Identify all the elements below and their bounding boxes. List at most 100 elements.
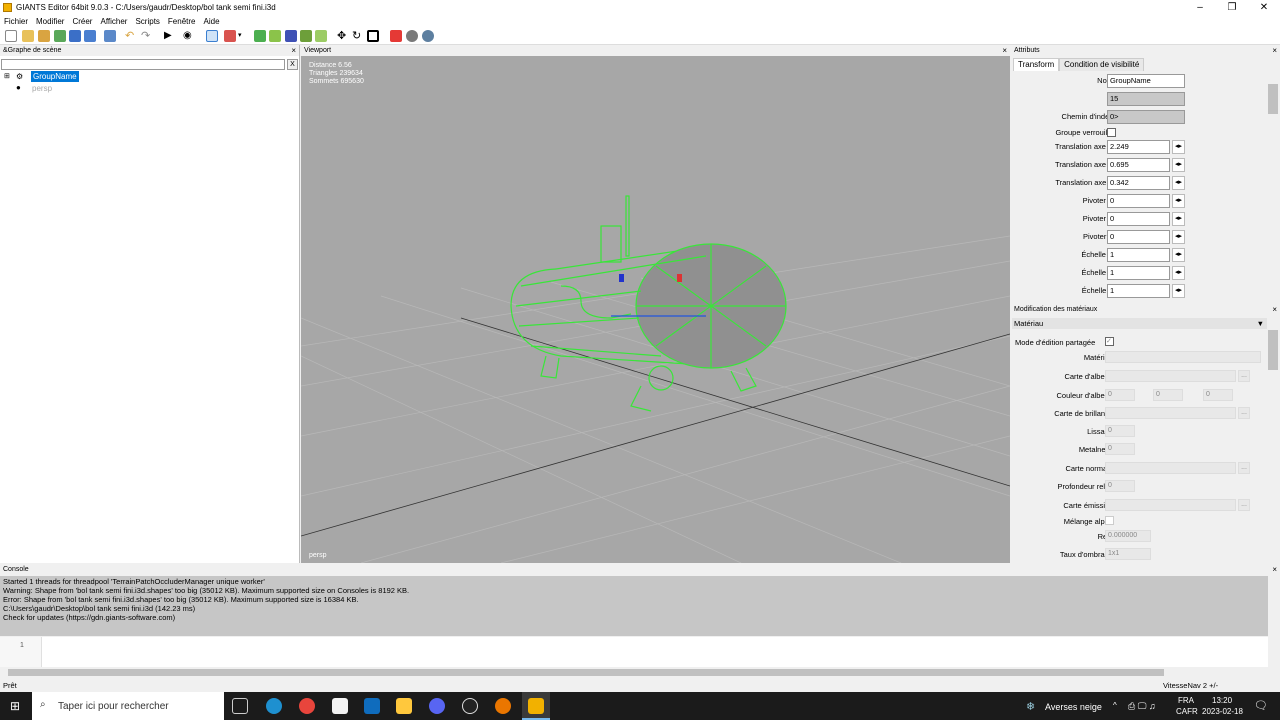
maximize-button[interactable]: ❐: [1216, 0, 1248, 15]
file-explorer-icon[interactable]: [396, 698, 412, 714]
material-close-button[interactable]: ×: [1272, 304, 1277, 315]
scale-x-stepper[interactable]: ◂▸: [1172, 248, 1185, 262]
scene-filter-input[interactable]: [1, 59, 285, 70]
shading-rate-select[interactable]: 1x1: [1105, 548, 1151, 560]
eye-icon[interactable]: ◉: [183, 30, 195, 42]
rotate-y-stepper[interactable]: ◂▸: [1172, 212, 1185, 226]
move-icon[interactable]: ✥: [337, 30, 349, 42]
new-file-icon[interactable]: [5, 30, 17, 42]
material-select[interactable]: [1105, 351, 1261, 363]
rotate-x-field[interactable]: 0: [1107, 194, 1170, 208]
translation-x-field[interactable]: 2.249: [1107, 140, 1170, 154]
foliage-icon[interactable]: [269, 30, 281, 42]
relief-depth-field[interactable]: 0: [1105, 480, 1135, 492]
close-button[interactable]: ✕: [1248, 0, 1280, 15]
save-icon[interactable]: [69, 30, 81, 42]
play-icon[interactable]: ▶: [164, 30, 176, 42]
viewport-close-button[interactable]: ×: [1002, 45, 1007, 56]
tab-visibility-condition[interactable]: Condition de visibilité: [1059, 58, 1145, 71]
normal-map-field[interactable]: [1105, 462, 1236, 474]
gizmo-y-handle[interactable]: [619, 274, 624, 282]
tab-transform[interactable]: Transform: [1013, 58, 1060, 71]
emissive-map-field[interactable]: [1105, 499, 1236, 511]
paint-tool-icon[interactable]: [224, 30, 236, 42]
scale-y-field[interactable]: 1: [1107, 266, 1170, 280]
edit-file-icon[interactable]: [38, 30, 50, 42]
select-tool-icon[interactable]: [206, 30, 218, 42]
tray-icons[interactable]: ⎙ 🖵 ♫: [1128, 701, 1156, 712]
albedo-color-g-field[interactable]: 0: [1153, 389, 1183, 401]
blender-icon[interactable]: [495, 698, 511, 714]
viewport-scene[interactable]: [301, 56, 1010, 563]
normal-map-browse-button[interactable]: ...: [1238, 462, 1250, 474]
menu-aide[interactable]: Aide: [200, 15, 224, 28]
settings-icon[interactable]: [406, 30, 418, 42]
mail-icon[interactable]: [364, 698, 380, 714]
scale-icon[interactable]: [367, 30, 379, 42]
menu-fenetre[interactable]: Fenêtre: [164, 15, 200, 28]
scale-y-stepper[interactable]: ◂▸: [1172, 266, 1185, 280]
material-section-header[interactable]: Matériau ▼: [1012, 318, 1267, 329]
scene-filter-clear-button[interactable]: X: [287, 59, 298, 70]
console-close-button[interactable]: ×: [1272, 564, 1277, 575]
menu-creer[interactable]: Créer: [68, 15, 96, 28]
rotate-z-stepper[interactable]: ◂▸: [1172, 230, 1185, 244]
scale-z-stepper[interactable]: ◂▸: [1172, 284, 1185, 298]
menu-fichier[interactable]: Fichier: [0, 15, 32, 28]
redo-icon[interactable]: ↷: [141, 30, 153, 42]
albedo-map-field[interactable]: [1105, 370, 1236, 382]
scene-item-groupname[interactable]: GroupName: [31, 71, 79, 82]
tray-chevron-icon[interactable]: ^: [1113, 701, 1117, 710]
undo-icon[interactable]: ↶: [125, 30, 137, 42]
menu-scripts[interactable]: Scripts: [131, 15, 163, 28]
language-indicator[interactable]: FRA: [1178, 696, 1194, 705]
task-view-icon[interactable]: [232, 698, 248, 714]
discord-icon[interactable]: [429, 698, 445, 714]
clock-date[interactable]: 2023-02-18: [1202, 707, 1243, 716]
rotate-z-field[interactable]: 0: [1107, 230, 1170, 244]
attributes-scroll-thumb[interactable]: [1268, 84, 1278, 114]
obs-icon[interactable]: [462, 698, 478, 714]
shared-edit-checkbox[interactable]: ✓: [1105, 337, 1114, 346]
rotate-x-stepper[interactable]: ◂▸: [1172, 194, 1185, 208]
weather-text[interactable]: Averses neige: [1045, 702, 1102, 712]
scene-graph-close-button[interactable]: ×: [291, 45, 296, 56]
menu-modifier[interactable]: Modifier: [32, 15, 68, 28]
scale-x-field[interactable]: 1: [1107, 248, 1170, 262]
dropdown-arrow-icon[interactable]: ▾: [238, 30, 250, 42]
gloss-map-browse-button[interactable]: ...: [1238, 407, 1250, 419]
menu-afficher[interactable]: Afficher: [96, 15, 131, 28]
notifications-icon[interactable]: 🗨: [1254, 699, 1268, 712]
script-input[interactable]: 1: [0, 637, 1268, 667]
albedo-color-r-field[interactable]: 0: [1105, 389, 1135, 401]
reload-icon[interactable]: [54, 30, 66, 42]
translation-z-stepper[interactable]: ◂▸: [1172, 176, 1185, 190]
tree-expand-icon[interactable]: ⊞: [4, 72, 10, 80]
metalness-field[interactable]: 0: [1105, 443, 1135, 455]
material-scroll-thumb[interactable]: [1268, 330, 1278, 370]
terrain-icon[interactable]: [254, 30, 266, 42]
gloss-map-field[interactable]: [1105, 407, 1236, 419]
translation-y-field[interactable]: 0.695: [1107, 158, 1170, 172]
console-hscrollbar[interactable]: [0, 667, 1280, 678]
rotate-icon[interactable]: ↻: [352, 30, 364, 42]
scene-item-persp[interactable]: persp: [32, 83, 52, 94]
emissive-map-browse-button[interactable]: ...: [1238, 499, 1250, 511]
taskbar-search-box[interactable]: ⌕ Taper ici pour rechercher: [32, 692, 224, 720]
store-icon[interactable]: [332, 698, 348, 714]
tree-icon[interactable]: [300, 30, 312, 42]
clock-time[interactable]: 13:20: [1212, 696, 1232, 705]
giants-editor-taskbar-button[interactable]: [522, 692, 550, 720]
history-icon[interactable]: [104, 30, 116, 42]
smoothness-field[interactable]: 0: [1105, 425, 1135, 437]
grass-icon[interactable]: [315, 30, 327, 42]
translation-y-stepper[interactable]: ◂▸: [1172, 158, 1185, 172]
region-indicator[interactable]: CAFR: [1176, 707, 1198, 716]
name-field[interactable]: GroupName: [1107, 74, 1185, 88]
attributes-scrollbar[interactable]: [1268, 72, 1278, 298]
locked-checkbox[interactable]: [1107, 128, 1116, 137]
windows-start-icon[interactable]: ⊞: [10, 700, 20, 712]
render-icon[interactable]: [390, 30, 402, 42]
translation-z-field[interactable]: 0.342: [1107, 176, 1170, 190]
open-folder-icon[interactable]: [22, 30, 34, 42]
